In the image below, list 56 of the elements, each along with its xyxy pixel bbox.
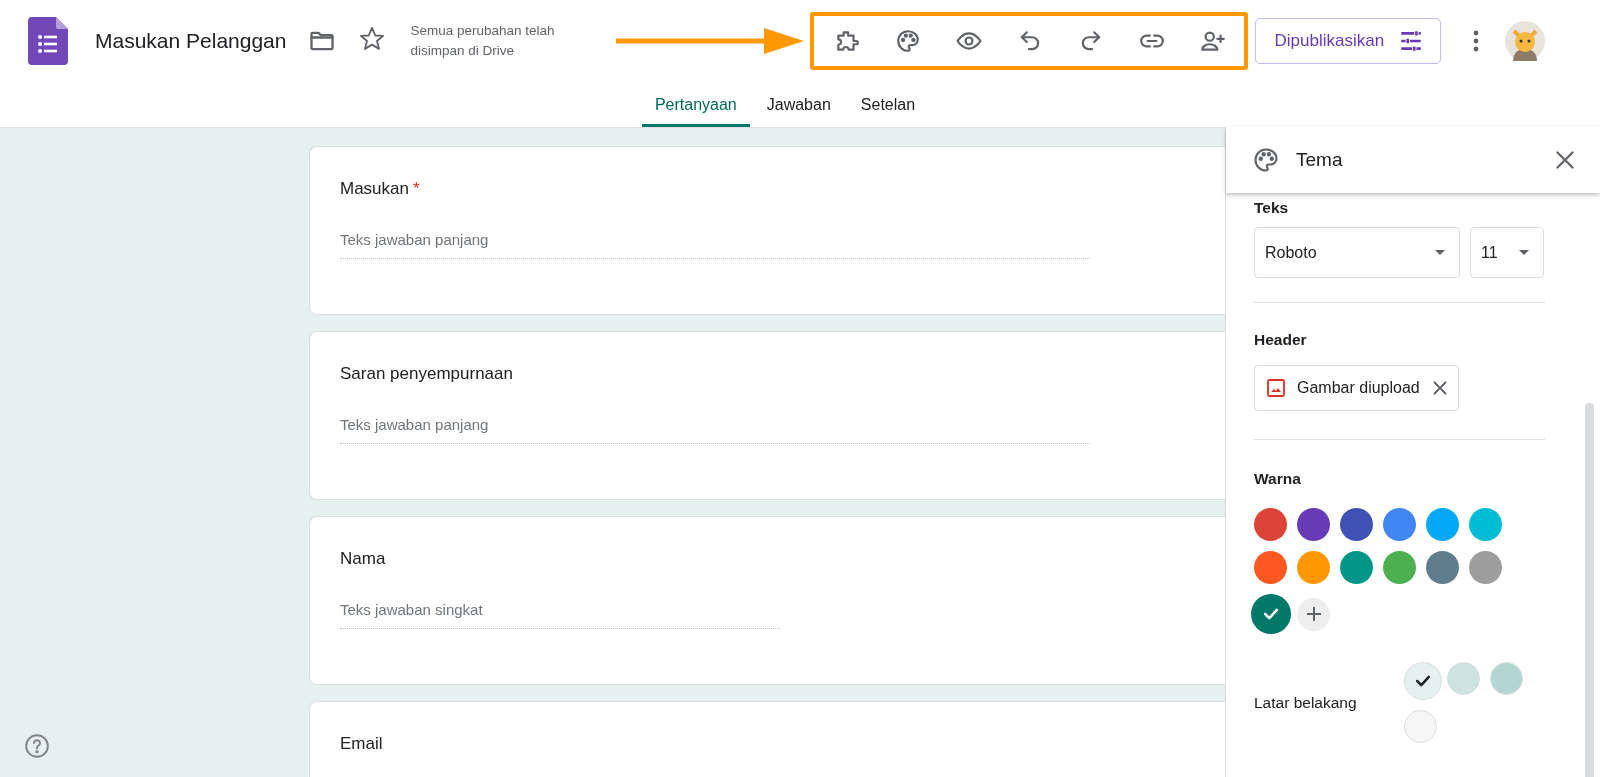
question-title: Saran penyempurnaan <box>340 364 514 384</box>
form-title[interactable]: Masukan Pelanggan <box>95 29 287 53</box>
panel-title: Tema <box>1296 149 1344 171</box>
forms-logo[interactable] <box>28 17 68 65</box>
caret-icon <box>1435 250 1445 255</box>
color-swatch[interactable] <box>1426 551 1459 584</box>
question-card[interactable]: Saran penyempurnaan Teks jawaban panjang <box>309 331 1225 500</box>
question-card[interactable]: Masukan * Teks jawaban panjang <box>309 146 1225 315</box>
star-icon[interactable] <box>358 25 387 53</box>
background-swatch[interactable] <box>1490 662 1523 695</box>
size-select[interactable]: 11 <box>1470 227 1544 278</box>
tab[interactable]: Jawaban <box>753 82 844 127</box>
color-swatch[interactable] <box>1297 508 1330 541</box>
answer-field: Teks jawaban singkat <box>340 601 780 629</box>
caret-icon <box>1519 250 1529 255</box>
question-title: Email <box>340 734 384 754</box>
plus-icon <box>1305 606 1322 622</box>
add-color-button[interactable] <box>1297 597 1330 631</box>
question-title: Masukan * <box>340 179 421 199</box>
scrollbar-thumb[interactable] <box>1585 403 1594 777</box>
help-icon[interactable] <box>24 733 50 759</box>
save-status: Semua perubahan telah disimpan di Drive <box>410 22 556 60</box>
color-swatch[interactable] <box>1250 594 1291 634</box>
avatar-icon[interactable] <box>1505 21 1546 61</box>
puzzle-icon[interactable] <box>834 28 861 54</box>
close-icon[interactable] <box>1431 380 1448 396</box>
color-swatch[interactable] <box>1426 508 1459 541</box>
more-icon[interactable] <box>1473 30 1480 52</box>
answer-field: Teks jawaban panjang <box>340 416 1090 444</box>
palette-icon <box>1252 146 1280 174</box>
color-swatch[interactable] <box>1469 508 1502 541</box>
background-swatch[interactable] <box>1447 662 1480 695</box>
question-title: Nama <box>340 549 387 569</box>
section-label: Teks <box>1254 199 1290 217</box>
color-swatch[interactable] <box>1340 551 1373 584</box>
color-swatch[interactable] <box>1469 551 1502 584</box>
section-label: Warna <box>1254 470 1302 488</box>
color-swatch[interactable] <box>1254 551 1287 584</box>
tab[interactable]: Setelan <box>847 82 929 127</box>
image-chip[interactable]: Gambar diupload <box>1254 365 1459 411</box>
background-swatch[interactable] <box>1404 710 1437 743</box>
image-icon <box>1267 379 1285 397</box>
font-select[interactable]: Roboto <box>1254 227 1460 278</box>
palette-icon[interactable] <box>895 28 922 54</box>
section-label: Header <box>1254 331 1308 349</box>
background-swatch[interactable] <box>1404 662 1442 700</box>
color-swatch[interactable] <box>1340 508 1373 541</box>
color-swatch[interactable] <box>1297 551 1330 584</box>
answer-field: Teks jawaban panjang <box>340 231 1090 259</box>
question-card[interactable]: Nama Teks jawaban singkat <box>309 516 1225 685</box>
background-label: Latar belakang <box>1254 693 1358 712</box>
color-swatch[interactable] <box>1383 551 1416 584</box>
color-swatch[interactable] <box>1254 508 1287 541</box>
question-card[interactable]: Email <box>309 701 1225 777</box>
publish-button[interactable]: Dipublikasikan <box>1255 18 1442 64</box>
color-swatch[interactable] <box>1383 508 1416 541</box>
